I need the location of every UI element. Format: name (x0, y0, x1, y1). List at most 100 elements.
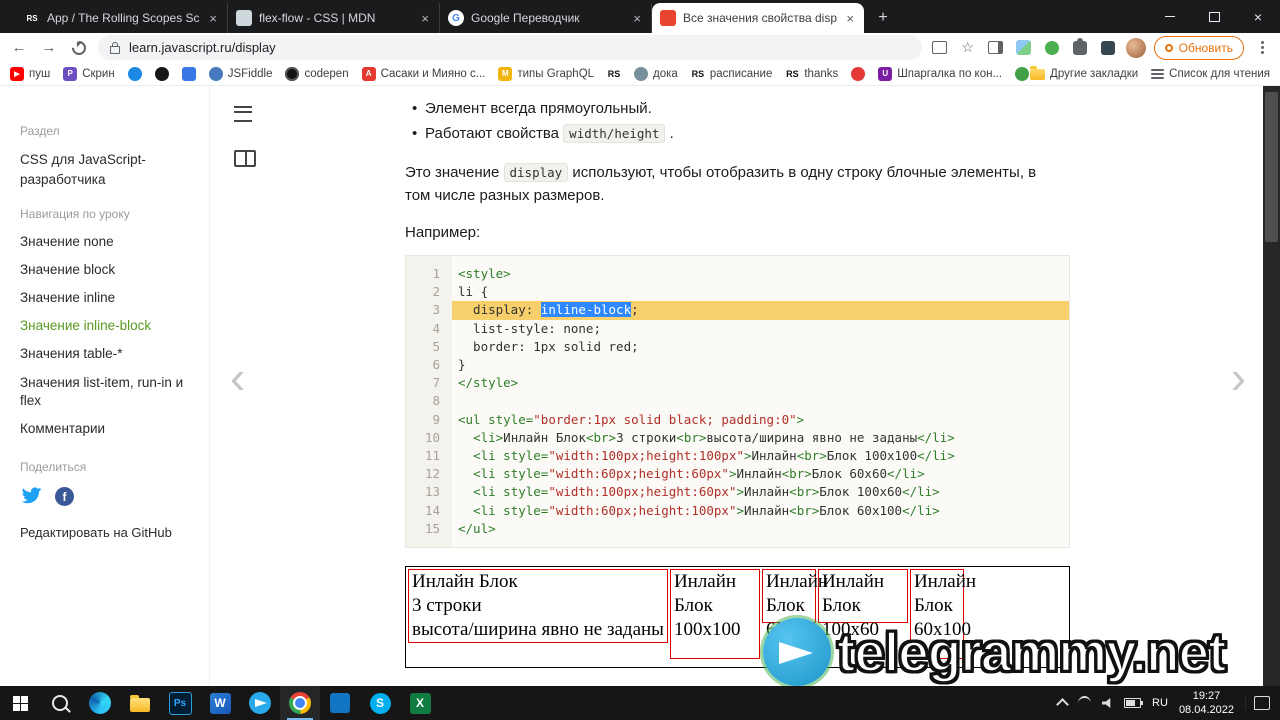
bookmark-item[interactable]: ▶ пуш (10, 66, 50, 81)
reload-button[interactable] (68, 37, 90, 59)
code-segment: Блок 60x100 (819, 502, 903, 518)
bookmark-item[interactable] (1015, 66, 1030, 81)
sidebar-item[interactable]: Значение inline (20, 289, 192, 307)
taskbar-icon-vscode[interactable] (320, 686, 360, 720)
bookmark-item[interactable]: RS thanks (785, 67, 838, 81)
bookmark-item[interactable] (127, 66, 142, 81)
forward-button[interactable]: → (38, 37, 60, 59)
code-segment: display: (458, 302, 541, 318)
tab-close-icon[interactable]: × (419, 11, 431, 26)
bookmark-item[interactable]: А Сасаки и Мияно с... (361, 66, 485, 81)
excel-icon: X (409, 692, 431, 714)
bookmark-button[interactable]: ☆ (958, 38, 978, 58)
window-controls: × (1148, 0, 1280, 33)
bookmark-item[interactable] (851, 66, 866, 81)
page-tools (234, 106, 256, 167)
code-line: 4 list-style: none; (406, 320, 1069, 338)
taskbar-icon-photoshop[interactable]: Ps (160, 686, 200, 720)
minimize-button[interactable] (1148, 0, 1192, 33)
taskbar-icon-excel[interactable]: X (400, 686, 440, 720)
taskbar-icon-skype[interactable]: S (360, 686, 400, 720)
bookmark-item[interactable] (154, 66, 169, 81)
address-bar[interactable]: learn.javascript.ru/display (98, 35, 922, 60)
bookmarks-list: ▶ пуш P Скрин JSFiddle codepen А Сасаки и Мияно… (10, 66, 1030, 81)
browser-menu-button[interactable] (1252, 38, 1272, 58)
bookmark-item[interactable]: Список для чтения (1151, 68, 1270, 80)
browser-tab[interactable]: RS App / The Rolling Scopes School × (16, 3, 228, 33)
bookmark-item[interactable]: RS (607, 67, 621, 81)
browser-tab[interactable]: G Google Переводчик × (440, 3, 652, 33)
tab-close-icon[interactable]: × (844, 11, 856, 26)
action-center-button[interactable] (1245, 696, 1278, 710)
previous-lesson-button[interactable]: ‹ (230, 354, 245, 400)
bookmark-item[interactable]: дока (634, 66, 678, 81)
sidebar-item[interactable]: Значение inline-block (20, 317, 192, 335)
sidebar-item-section-link[interactable]: CSS для JavaScript-разработчика (20, 150, 180, 191)
taskbar-icon-telegram[interactable] (240, 686, 280, 720)
line-number: 7 (432, 375, 440, 391)
close-window-button[interactable]: × (1236, 0, 1280, 33)
tab-title: flex-flow - CSS | MDN (259, 11, 376, 25)
sidebar-toggle-button[interactable] (234, 106, 252, 122)
update-browser-button[interactable]: Обновить (1153, 35, 1244, 60)
tab-close-icon[interactable]: × (207, 11, 219, 26)
code-segment: <br> (789, 484, 820, 500)
twitter-share-button[interactable] (20, 486, 41, 507)
facebook-share-button[interactable] (55, 487, 74, 507)
page-scrollbar[interactable] (1263, 86, 1280, 686)
taskbar-icon-word[interactable]: W (200, 686, 240, 720)
browser-tab[interactable]: Все значения свойства display × (652, 3, 864, 33)
new-tab-button[interactable]: + (870, 5, 896, 31)
keyboard-language[interactable]: RU (1152, 697, 1168, 709)
extension-dark-button[interactable] (1098, 38, 1118, 58)
sidebar-item[interactable]: Значение none (20, 233, 192, 251)
maximize-button[interactable] (1192, 0, 1236, 33)
code-text: <ul style="border:1px solid black; paddi… (452, 411, 1069, 429)
side-panel-button[interactable] (986, 38, 1006, 58)
bookmark-item[interactable]: JSFiddle (208, 66, 273, 81)
bookmark-label: JSFiddle (227, 67, 273, 80)
taskbar-icon-start[interactable] (0, 686, 40, 720)
tray-expand-icon[interactable] (1056, 698, 1069, 711)
extension-image-button[interactable] (1014, 38, 1034, 58)
sidebar-item[interactable]: Комментарии (20, 420, 192, 438)
code-block[interactable]: 1 <style> 2 li {3 display: inline-block; 4 l… (405, 255, 1070, 549)
bookmark-item[interactable] (181, 66, 196, 81)
share-button[interactable] (930, 38, 950, 58)
wifi-icon[interactable] (1078, 695, 1092, 711)
taskbar-icon-explorer[interactable] (120, 686, 160, 720)
next-lesson-button[interactable]: › (1231, 354, 1246, 400)
browser-tab[interactable]: flex-flow - CSS | MDN × (228, 3, 440, 33)
profile-avatar[interactable] (1125, 37, 1146, 58)
table-of-contents-button[interactable] (234, 150, 256, 167)
demo-text-line: 60x60 (765, 619, 814, 641)
extensions-button[interactable] (1070, 37, 1090, 58)
tab-close-icon[interactable]: × (631, 11, 643, 26)
edit-on-github-link[interactable]: Редактировать на GitHub (20, 525, 209, 540)
bookmark-item[interactable]: U Шпаргалка по кон... (878, 66, 1002, 81)
bookmark-item[interactable]: P Скрин (63, 66, 115, 81)
sidebar-item[interactable]: Значения table-* (20, 345, 192, 363)
battery-icon[interactable] (1124, 698, 1144, 708)
search-icon (52, 695, 68, 711)
bookmark-item[interactable]: RS расписание (691, 67, 773, 81)
bookmark-item[interactable]: Другие закладки (1030, 66, 1138, 80)
dot-blue-icon (127, 66, 142, 81)
notification-icon (1254, 696, 1270, 710)
volume-icon[interactable] (1102, 698, 1111, 708)
code-segment: style= (495, 466, 549, 482)
taskbar-icon-edge[interactable] (80, 686, 120, 720)
code-segment: <li (473, 466, 496, 482)
taskbar-icon-search[interactable] (40, 686, 80, 720)
scrollbar-thumb[interactable] (1265, 92, 1278, 242)
bookmark-item[interactable]: Mтипы GraphQL (498, 66, 594, 81)
sidebar-item[interactable]: Значение block (20, 261, 192, 279)
bookmark-item[interactable]: codepen (285, 66, 349, 81)
sidebar-item[interactable]: Значения list-item, run-in и flex (20, 374, 192, 410)
back-button[interactable]: ← (8, 37, 30, 59)
extension-green-button[interactable] (1042, 38, 1062, 58)
inline-code: display (503, 163, 569, 182)
taskbar-clock[interactable]: 19:27 08.04.2022 (1179, 689, 1234, 718)
taskbar-icon-chrome[interactable] (280, 686, 320, 720)
rs-text-icon: RS (607, 68, 621, 79)
